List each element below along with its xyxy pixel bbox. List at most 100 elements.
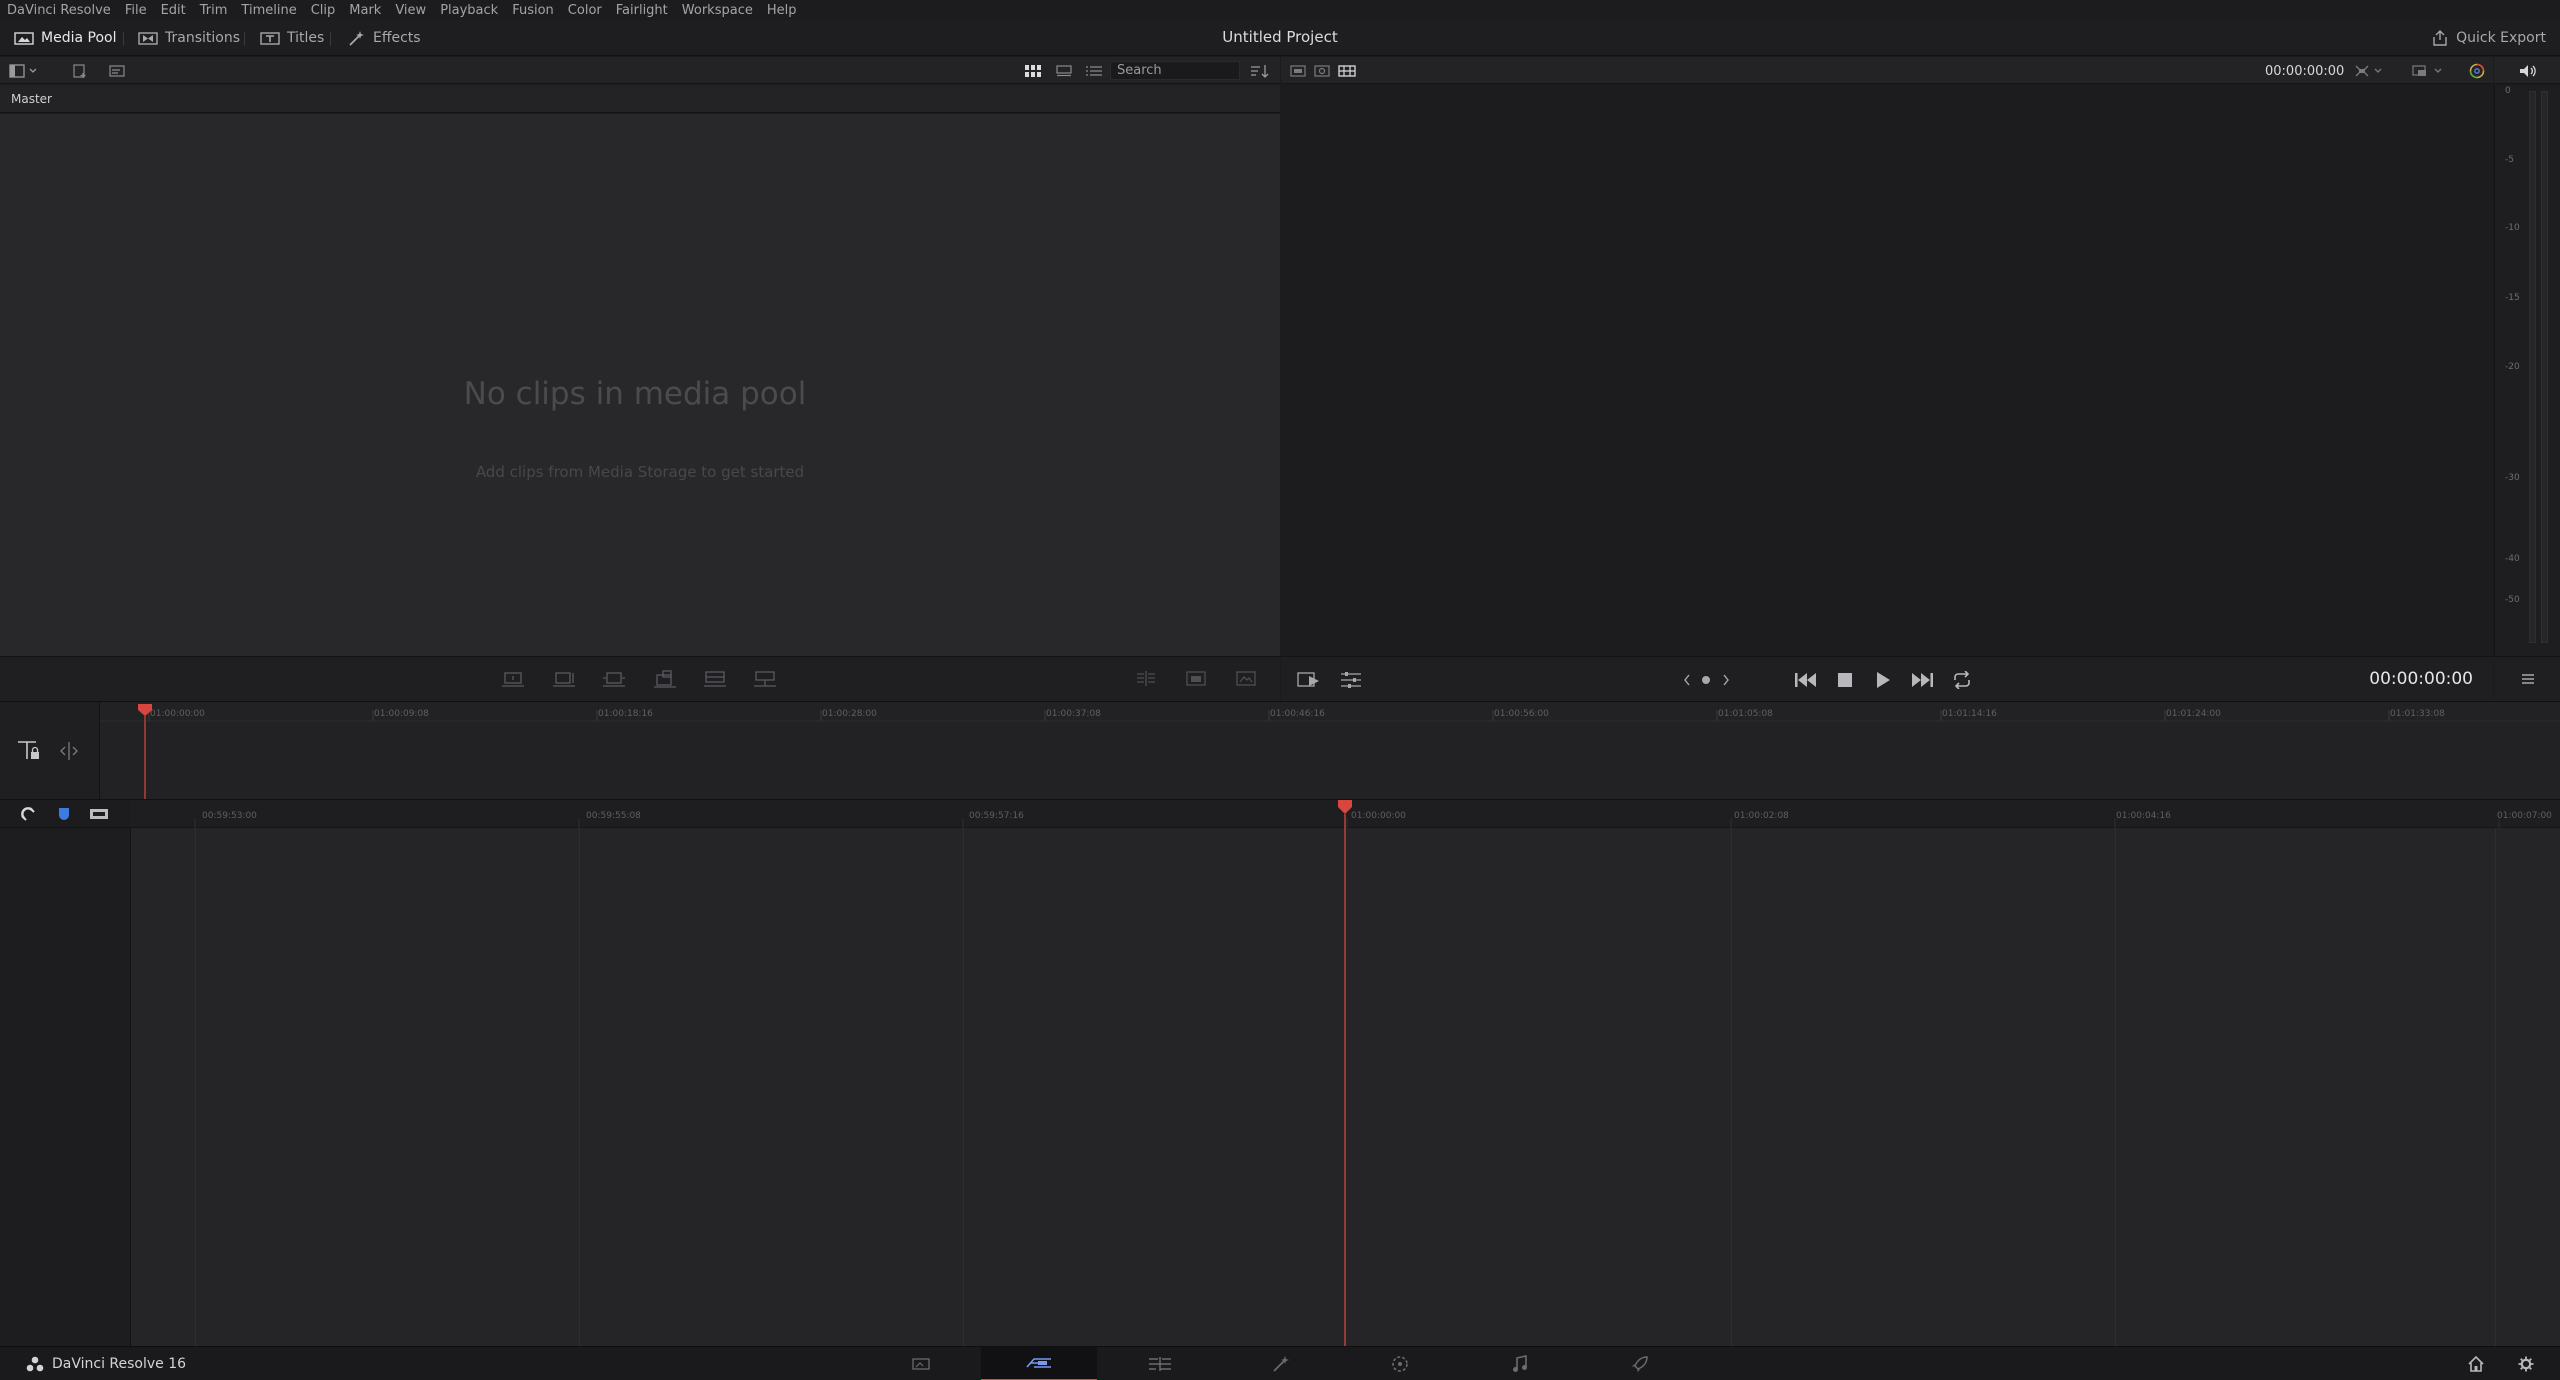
go-to-end-button[interactable] (1908, 669, 1936, 691)
menu-clip[interactable]: Clip (311, 3, 336, 18)
play-button[interactable] (1872, 669, 1894, 691)
stop-button[interactable] (1834, 669, 1856, 691)
viewer-display-dropdown[interactable] (2411, 62, 2447, 79)
timeline-viewer[interactable] (1281, 85, 2493, 656)
lower-ruler-label: 00:59:55:08 (586, 811, 641, 821)
place-on-top-button[interactable] (702, 669, 728, 689)
titles-button[interactable]: Titles (252, 25, 332, 51)
page-edit-button[interactable] (1102, 1347, 1218, 1380)
playhead-mode-button[interactable] (1297, 669, 1323, 691)
zoom-icon (2355, 65, 2382, 76)
menu-edit[interactable]: Edit (161, 3, 186, 18)
previous-edit-button[interactable] (1680, 670, 1694, 690)
source-viewer-button[interactable] (1289, 62, 1307, 79)
fullscreen-button[interactable] (1183, 669, 1209, 689)
bin-master-label[interactable]: Master (11, 92, 52, 106)
media-pool-button[interactable]: Media Pool (6, 25, 124, 51)
menu-timeline[interactable]: Timeline (241, 3, 296, 18)
meter-footer (2494, 656, 2560, 701)
gear-icon (2518, 1356, 2534, 1372)
menu-davinci-resolve[interactable]: DaVinci Resolve (7, 3, 111, 18)
upper-timeline[interactable]: 01:00:00:00 01:00:09:08 01:00:18:16 01:0… (0, 701, 2560, 800)
split-clip-button[interactable] (1133, 669, 1159, 689)
page-fairlight-button[interactable] (1462, 1347, 1578, 1380)
smart-insert-button[interactable] (500, 669, 526, 689)
rocket-icon (1632, 1356, 1648, 1372)
go-to-start-button[interactable] (1792, 669, 1820, 691)
settings-button[interactable] (2516, 1355, 2536, 1373)
color-scopes-button[interactable] (2467, 62, 2487, 79)
menu-file[interactable]: File (125, 3, 147, 18)
safe-area-icon (1236, 671, 1256, 686)
timeline-grid-line (195, 828, 196, 1347)
menu-view[interactable]: View (395, 3, 426, 18)
snapping-button[interactable] (18, 805, 38, 823)
viewer-zoom-dropdown[interactable] (2353, 62, 2387, 79)
viewer-settings-button[interactable] (1339, 669, 1363, 691)
new-bin-button[interactable] (70, 62, 90, 79)
empty-media-pool-subtitle: Add clips from Media Storage to get star… (475, 463, 805, 481)
hamburger-icon (2522, 674, 2534, 684)
chevron-right-icon (1723, 674, 1729, 686)
upper-playhead[interactable] (137, 704, 153, 800)
upper-timeline-tools (0, 702, 100, 800)
mute-audio-button[interactable] (2518, 62, 2538, 79)
timeline-options-button[interactable] (2518, 671, 2538, 687)
menu-color[interactable]: Color (568, 3, 602, 18)
linked-selection-button[interactable] (54, 805, 74, 823)
lower-ruler-label: 01:00:07:00 (2497, 811, 2552, 821)
quick-export-button[interactable]: Quick Export (2431, 26, 2546, 50)
split-clip-icon (1137, 671, 1155, 686)
viewer-timecode: 00:00:00:00 (2265, 64, 2345, 79)
thumbnail-view-button[interactable] (1023, 62, 1043, 79)
effects-button[interactable]: Effects (340, 25, 429, 51)
close-up-button[interactable] (652, 669, 678, 689)
ripple-overwrite-button[interactable] (601, 669, 627, 689)
split-view-button[interactable] (55, 738, 83, 764)
menu-workspace[interactable]: Workspace (682, 3, 753, 18)
next-edit-button[interactable] (1719, 670, 1733, 690)
page-fusion-button[interactable] (1223, 1347, 1339, 1380)
safe-area-button[interactable] (1233, 669, 1259, 689)
source-overwrite-button[interactable] (752, 669, 778, 689)
meter-scale-label: -40 (2505, 554, 2520, 564)
menu-help[interactable]: Help (767, 3, 797, 18)
page-color-button[interactable] (1342, 1347, 1458, 1380)
home-button[interactable] (2466, 1355, 2486, 1373)
smart-insert-icon (502, 672, 524, 687)
play-loop-icon (1297, 672, 1319, 687)
new-timeline-button[interactable] (106, 62, 128, 79)
timeline-viewer-button[interactable] (1337, 62, 1357, 79)
transitions-button[interactable]: Transitions (130, 25, 248, 51)
menu-fusion[interactable]: Fusion (512, 3, 554, 18)
media-pool-panel[interactable]: No clips in media pool Add clips from Me… (0, 114, 1280, 656)
titles-icon (260, 31, 280, 45)
page-media-button[interactable] (863, 1347, 979, 1380)
sort-button[interactable] (1249, 62, 1271, 79)
list-view-button[interactable] (1084, 62, 1104, 79)
meter-scale-label: -20 (2505, 362, 2520, 372)
toggle-bin-list-button[interactable] (8, 62, 40, 79)
menu-mark[interactable]: Mark (349, 3, 381, 18)
menu-playback[interactable]: Playback (440, 3, 498, 18)
lower-timeline[interactable]: 00:59:53:00 00:59:55:08 00:59:57:16 01:0… (0, 799, 2560, 1347)
source-tape-icon (1314, 64, 1330, 77)
chevron-left-icon (1684, 674, 1690, 686)
track-destination-button[interactable] (88, 805, 110, 823)
film-icon (90, 809, 108, 819)
track-lock-button[interactable] (15, 738, 43, 764)
lower-ruler-label: 00:59:57:16 (969, 811, 1024, 821)
media-pool-search-input[interactable] (1110, 61, 1240, 80)
lower-playhead[interactable] (1337, 800, 1353, 1347)
stop-icon (1838, 673, 1852, 687)
source-tape-button[interactable] (1313, 62, 1331, 79)
filmstrip-view-button[interactable] (1054, 62, 1074, 79)
loop-button[interactable] (1950, 669, 1974, 691)
append-button[interactable] (551, 669, 577, 689)
jog-button[interactable] (1699, 670, 1713, 690)
menu-trim[interactable]: Trim (200, 3, 228, 18)
page-cut-button[interactable] (981, 1347, 1097, 1380)
page-deliver-button[interactable] (1582, 1347, 1698, 1380)
menu-fairlight[interactable]: Fairlight (616, 3, 668, 18)
sort-icon (1251, 64, 1269, 78)
